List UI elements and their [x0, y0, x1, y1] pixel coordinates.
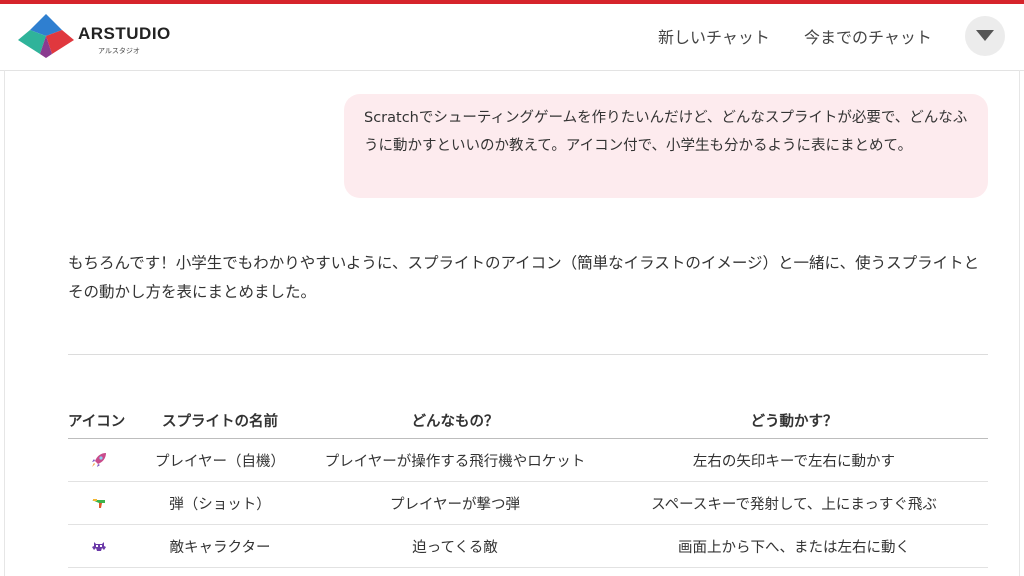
sprite-name: 弾（ショット）: [169, 496, 271, 513]
content-border-left: [4, 70, 5, 576]
header-what: どんなもの？: [411, 413, 499, 430]
arstudio-logo[interactable]: ARSTUDIO アルスタジオ: [18, 14, 178, 64]
sprite-movement: 画面上から下へ、または左右に動く: [678, 539, 910, 556]
table-row: 弾（ショット） プレイヤーが撃つ弾 スペースキーで発射して、上にまっすぐ飛ぶ: [68, 482, 988, 525]
caret-down-icon: [976, 30, 994, 41]
assistant-message-text: もちろんです！小学生でもわかりやすいように、スプライトのアイコン（簡単なイラスト…: [68, 254, 980, 301]
icon-cell: [68, 482, 130, 524]
menu-dropdown-button[interactable]: [965, 16, 1005, 56]
header-icon: アイコン: [68, 413, 126, 430]
sprite-description: プレイヤーが操作する飛行機やロケット: [324, 453, 586, 470]
user-message-bubble: Scratchでシューティングゲームを作りたいんだけど、どんなスプライトが必要で…: [344, 94, 988, 198]
logo-subtext: アルスタジオ: [98, 47, 140, 55]
nav-chat-history[interactable]: 今までのチャット: [804, 24, 932, 48]
sprite-movement: 左右の矢印キーで左右に動かす: [692, 453, 896, 470]
water-pistol-icon: [92, 499, 105, 508]
icon-cell: [68, 525, 130, 567]
icon-cell: [68, 439, 130, 481]
sprite-description: プレイヤーが撃つ弾: [389, 496, 521, 513]
sprite-movement: スペースキーで発射して、上にまっすぐ飛ぶ: [651, 496, 937, 513]
sprite-name: プレイヤー（自機）: [154, 453, 286, 470]
table-row: 敵キャラクター 迫ってくる敵 画面上から下へ、または左右に動く: [68, 525, 988, 568]
user-message-text: Scratchでシューティングゲームを作りたいんだけど、どんなスプライトが必要で…: [364, 110, 968, 154]
rocket-icon: [92, 453, 106, 467]
sprite-name: 敵キャラクター: [169, 539, 271, 556]
table-row: プレイヤー（自機） プレイヤーが操作する飛行機やロケット 左右の矢印キーで左右に…: [68, 439, 988, 482]
logo-text: ARSTUDIO: [78, 24, 171, 43]
logo-diamond-icon: [18, 14, 74, 58]
table-header-row: アイコン スプライトの名前 どんなもの？ どう動かす？: [68, 402, 988, 439]
header-how: どう動かす？: [750, 413, 838, 430]
divider: [68, 354, 988, 355]
app-header: ARSTUDIO アルスタジオ 新しいチャット 今までのチャット: [0, 4, 1024, 71]
content-border-right: [1019, 70, 1020, 576]
alien-monster-icon: [92, 542, 106, 551]
sprite-table: アイコン スプライトの名前 どんなもの？ どう動かす？ プレイヤー（自機） プレ…: [68, 402, 988, 568]
nav-new-chat[interactable]: 新しいチャット: [658, 24, 770, 48]
header-sprite-name: スプライトの名前: [162, 413, 278, 430]
sprite-description: 迫ってくる敵: [412, 539, 498, 556]
